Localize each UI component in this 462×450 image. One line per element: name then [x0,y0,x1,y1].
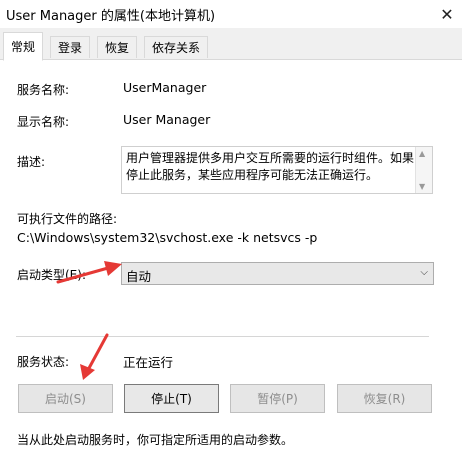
start-button[interactable]: 启动(S) [18,384,113,413]
description-label: 描述: [17,155,46,169]
scroll-down-icon[interactable]: ▼ [419,182,425,191]
description-box[interactable]: 用户管理器提供多用户交互所需要的运行时组件。如果停止此服务，某些应用程序可能无法… [121,146,433,194]
tab-logon[interactable]: 登录 [50,36,91,58]
pause-button[interactable]: 暂停(P) [230,384,325,413]
chevron-down-icon: ⌵ [420,267,428,278]
startup-params-hint: 当从此处启动服务时，你可指定所适用的启动参数。 [17,433,294,447]
tab-strip: 常规 登录 恢复 依存关系 [0,32,462,61]
general-panel: 服务名称: UserManager 显示名称: User Manager 描述:… [0,59,462,450]
display-name-label: 显示名称: [17,115,70,129]
service-status-value: 正在运行 [123,355,174,370]
stop-button[interactable]: 停止(T) [124,384,219,413]
service-name-label: 服务名称: [17,83,70,97]
close-icon[interactable]: ✕ [432,0,462,28]
service-status-label: 服务状态: [17,355,70,369]
divider [16,336,429,337]
startup-type-value: 自动 [126,269,152,284]
window-title: User Manager 的属性(本地计算机) [6,9,216,24]
scroll-up-icon[interactable]: ▲ [419,149,425,158]
title-bar: User Manager 的属性(本地计算机) ✕ [0,0,462,28]
startup-type-select[interactable]: 自动 ⌵ [121,262,434,285]
tab-recovery[interactable]: 恢复 [97,36,138,58]
startup-type-label: 启动类型(E): [17,268,86,282]
tab-general[interactable]: 常规 [3,32,44,61]
description-text: 用户管理器提供多用户交互所需要的运行时组件。如果停止此服务，某些应用程序可能无法… [126,151,415,182]
tab-dependencies[interactable]: 依存关系 [144,36,209,58]
path-value: C:\Windows\system32\svchost.exe -k netsv… [17,230,318,245]
service-name-value: UserManager [123,80,207,95]
description-scrollbar[interactable]: ▲ ▼ [415,147,432,193]
display-name-value: User Manager [123,112,211,127]
resume-button[interactable]: 恢复(R) [337,384,432,413]
path-label: 可执行文件的路径: [17,212,118,226]
